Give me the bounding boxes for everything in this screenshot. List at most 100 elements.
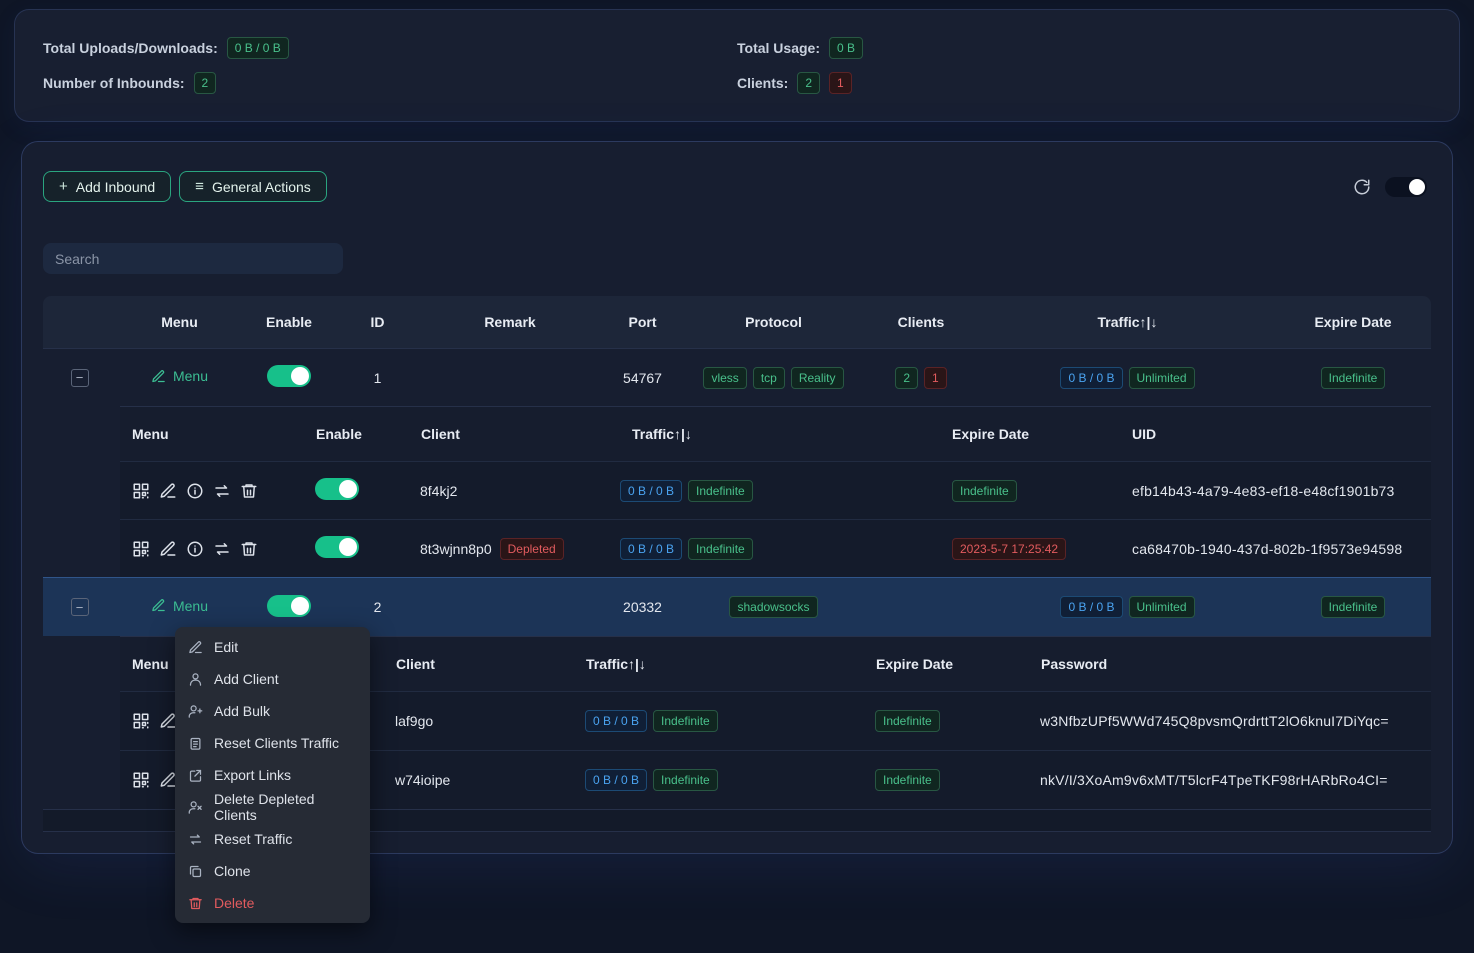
general-actions-button[interactable]: ≡ General Actions [179, 171, 327, 202]
traffic-limit-badge: Indefinite [688, 538, 753, 560]
clients-depleted-badge: 1 [924, 367, 947, 389]
traffic-badge: 0 B / 0 B [620, 538, 682, 560]
client-actions [120, 540, 315, 558]
client-uid: efb14b43-4a79-4e83-ef18-e48cf1901b73 [1120, 483, 1431, 499]
reset-traffic-icon [188, 832, 203, 847]
inbound-id: 2 [335, 599, 420, 615]
delete-icon[interactable] [240, 540, 258, 558]
menu-item-delete[interactable]: Delete [175, 887, 370, 919]
stats-panel: Total Uploads/Downloads: 0 B / 0 B Numbe… [15, 10, 1459, 121]
reset-traffic-icon[interactable] [213, 482, 231, 500]
inbound-id: 1 [335, 370, 420, 386]
menu-item-delete-depleted-clients[interactable]: Delete Depleted Clients [175, 791, 370, 823]
client-name: 8t3wjnn8p0 [420, 541, 492, 557]
clients-tags: 2 1 [895, 367, 946, 389]
header-enable: Enable [243, 314, 335, 330]
client-name: laf9go [395, 713, 585, 729]
toolbar: + Add Inbound ≡ General Actions [43, 171, 1431, 202]
inbound-menu-button[interactable]: Menu [151, 598, 208, 614]
client-name-cell: 8t3wjnn8p0 Depleted [420, 538, 620, 560]
menu-item-export-links[interactable]: Export Links [175, 759, 370, 791]
protocol-tag: shadowsocks [729, 596, 817, 618]
clients-active-badge: 2 [895, 367, 918, 389]
traffic-tags: 0 B / 0 B Indefinite [620, 480, 753, 502]
header-traffic-sort[interactable]: Traffic↑|↓ [585, 656, 875, 672]
client-actions [120, 482, 315, 500]
clients-depleted-badge: 1 [829, 72, 852, 94]
menu-item-reset-clients-traffic[interactable]: Reset Clients Traffic [175, 727, 370, 759]
enable-switch[interactable] [315, 536, 359, 558]
delete-icon[interactable] [240, 482, 258, 500]
header-traffic-sort[interactable]: Traffic↑|↓ [980, 314, 1275, 330]
enable-switch[interactable] [315, 478, 359, 500]
enable-switch[interactable] [267, 595, 311, 617]
search-input[interactable] [43, 243, 343, 274]
collapse-row-button[interactable]: − [71, 369, 89, 387]
info-icon[interactable] [186, 540, 204, 558]
refresh-icon[interactable] [1353, 178, 1371, 196]
theme-toggle[interactable] [1385, 177, 1427, 197]
stat-value-badge: 0 B / 0 B [227, 37, 289, 59]
stat-number-of-inbounds: Number of Inbounds: 2 [43, 72, 737, 94]
inbounds-page: Total Uploads/Downloads: 0 B / 0 B Numbe… [0, 0, 1474, 953]
clipboard-icon [188, 736, 203, 751]
header-uid: UID [1120, 426, 1431, 442]
general-actions-label: General Actions [212, 179, 311, 195]
menu-item-edit[interactable]: Edit [175, 631, 370, 663]
header-expire-date: Expire Date [1275, 314, 1431, 330]
collapse-row-button[interactable]: − [71, 598, 89, 616]
table-header-row: Menu Enable ID Remark Port Protocol Clie… [43, 296, 1431, 348]
delete-icon [188, 896, 203, 911]
add-inbound-button[interactable]: + Add Inbound [43, 171, 171, 202]
stats-right-column: Total Usage: 0 B Clients: 2 1 [737, 37, 1431, 94]
menu-item-add-bulk[interactable]: Add Bulk [175, 695, 370, 727]
info-icon[interactable] [186, 482, 204, 500]
traffic-badge: 0 B / 0 B [1060, 596, 1122, 618]
edit-icon [188, 640, 203, 655]
reset-traffic-icon[interactable] [213, 540, 231, 558]
traffic-tags: 0 B / 0 B Indefinite [620, 538, 753, 560]
header-menu: Menu [120, 426, 315, 442]
stat-clients: Clients: 2 1 [737, 72, 1431, 94]
inbound-row-1: − Menu 1 54767 vless tcp Reality 2 [43, 348, 1431, 406]
qr-code-icon[interactable] [132, 540, 150, 558]
client-password: w3NfbzUPf5WWd745Q8pvsmQrdrttT2lO6knuI7Di… [1040, 713, 1431, 729]
user-icon [188, 672, 203, 687]
header-traffic-sort[interactable]: Traffic↑|↓ [620, 426, 940, 442]
traffic-tags: 0 B / 0 B Unlimited [1060, 367, 1194, 389]
inbound-port: 54767 [600, 370, 685, 386]
stats-left-column: Total Uploads/Downloads: 0 B / 0 B Numbe… [43, 37, 737, 94]
traffic-limit-badge: Indefinite [688, 480, 753, 502]
header-password: Password [1040, 656, 1431, 672]
expire-badge: Indefinite [1321, 367, 1386, 389]
menu-item-add-client[interactable]: Add Client [175, 663, 370, 695]
expire-badge: Indefinite [1321, 596, 1386, 618]
inbound-menu-label: Menu [173, 368, 208, 384]
user-plus-icon [188, 704, 203, 719]
client-row: 8f4kj2 0 B / 0 B Indefinite Indefinite e… [120, 461, 1431, 519]
traffic-limit-badge: Indefinite [653, 710, 718, 732]
clone-icon [188, 864, 203, 879]
edit-icon[interactable] [159, 540, 177, 558]
stat-label: Clients: [737, 75, 788, 91]
inbound-menu-label: Menu [173, 598, 208, 614]
client-password: nkV/I/3XoAm9v6xMT/T5lcrF4TpeTKF98rHARbRo… [1040, 772, 1431, 788]
qr-code-icon[interactable] [132, 482, 150, 500]
menu-item-clone[interactable]: Clone [175, 855, 370, 887]
header-protocol: Protocol [685, 314, 862, 330]
client-row: 8t3wjnn8p0 Depleted 0 B / 0 B Indefinite… [120, 519, 1431, 577]
menu-item-reset-traffic[interactable]: Reset Traffic [175, 823, 370, 855]
edit-icon[interactable] [159, 482, 177, 500]
enable-switch[interactable] [267, 365, 311, 387]
traffic-limit-badge: Unlimited [1129, 367, 1195, 389]
stat-label: Total Usage: [737, 40, 820, 56]
qr-code-icon[interactable] [132, 712, 150, 730]
traffic-limit-badge: Unlimited [1129, 596, 1195, 618]
plus-icon: + [59, 179, 68, 194]
sub-table-header: Menu Enable Client Traffic↑|↓ Expire Dat… [120, 406, 1431, 461]
traffic-tags: 0 B / 0 B Indefinite [585, 769, 718, 791]
inbound-menu-button[interactable]: Menu [151, 368, 208, 384]
toolbar-right [1353, 177, 1431, 197]
qr-code-icon[interactable] [132, 771, 150, 789]
edit-pen-icon [151, 369, 166, 384]
